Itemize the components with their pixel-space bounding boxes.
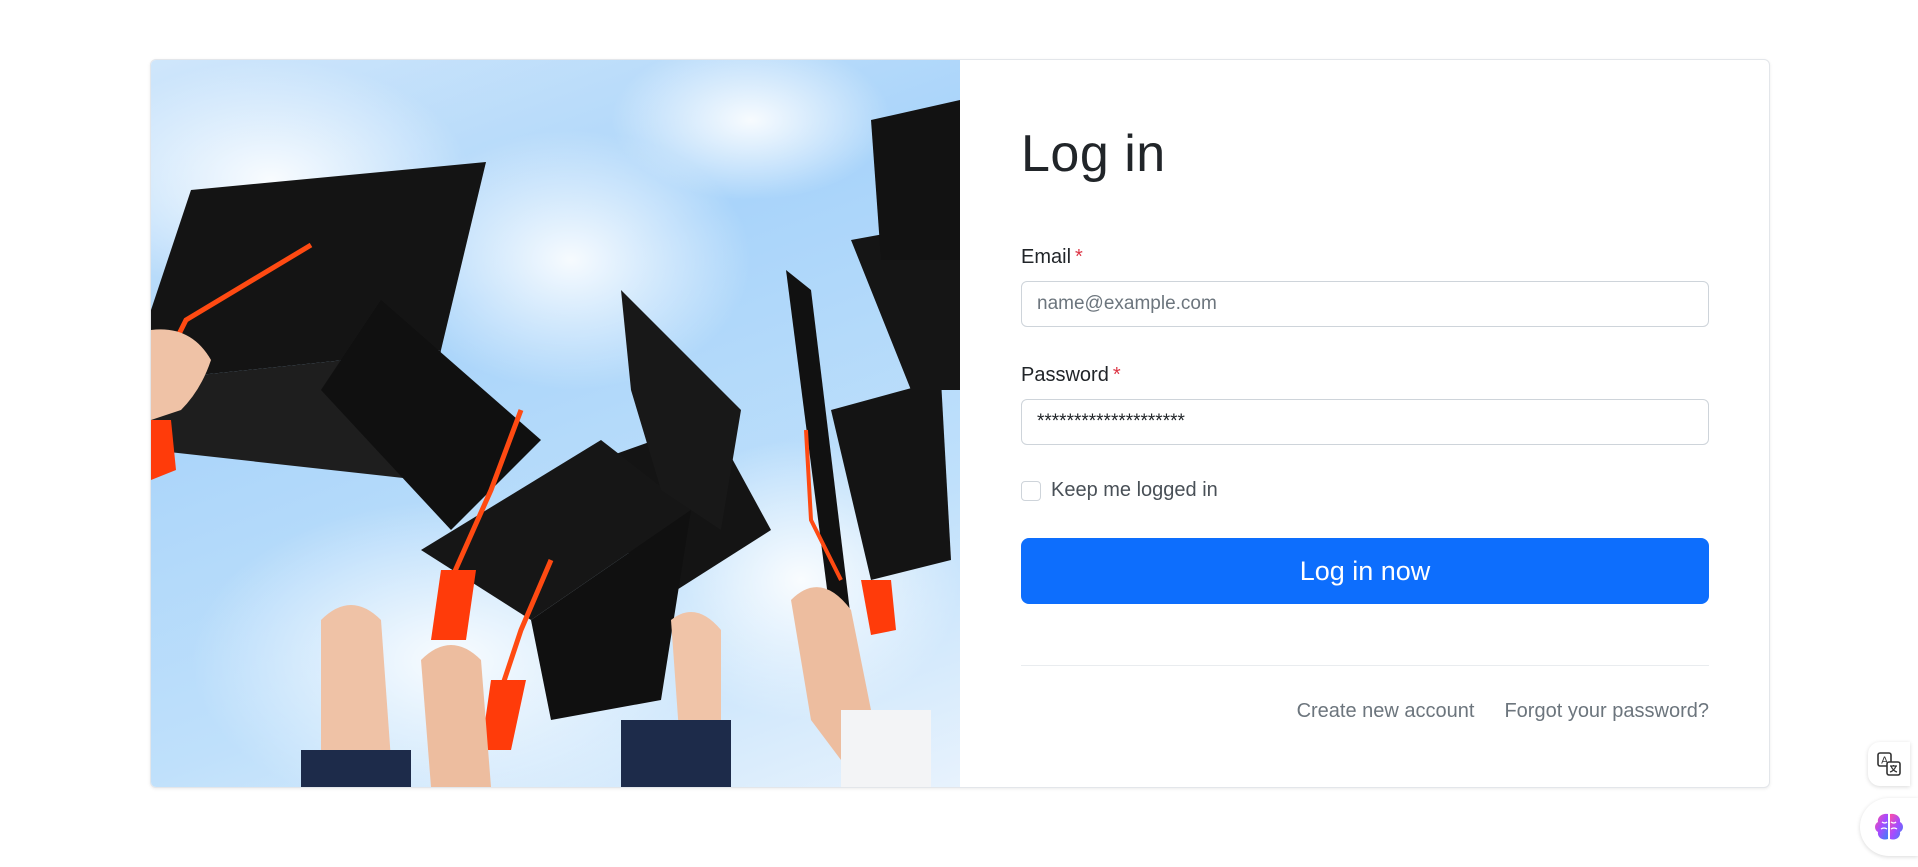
page-title: Log in [1021, 125, 1166, 183]
email-label: Email * [1021, 246, 1083, 269]
graduation-caps-illustration [151, 60, 960, 787]
account-links: Create new account Forgot your password? [1297, 700, 1709, 723]
password-label: Password * [1021, 364, 1121, 387]
login-button[interactable]: Log in now [1021, 538, 1709, 604]
login-card: Log in Email* Password* Keep me logged i… [150, 59, 1770, 788]
divider [1021, 665, 1709, 666]
keep-logged-in-row[interactable]: Keep me logged in [1021, 479, 1218, 502]
required-mark: * [1075, 246, 1083, 268]
brain-icon [1875, 813, 1903, 840]
login-form: Log in Email* Password* Keep me logged i… [960, 60, 1769, 787]
keep-logged-in-checkbox[interactable] [1021, 480, 1041, 501]
hero-image [151, 60, 960, 787]
create-account-link[interactable]: Create new account [1297, 700, 1475, 723]
password-label-text: Password [1021, 364, 1109, 386]
email-field[interactable] [1021, 281, 1709, 327]
translate-button[interactable]: A [1868, 742, 1910, 786]
required-mark: * [1112, 364, 1121, 386]
forgot-password-link[interactable]: Forgot your password? [1504, 700, 1709, 723]
email-label-text: Email [1021, 246, 1072, 268]
password-field[interactable] [1021, 399, 1709, 445]
keep-logged-in-label[interactable]: Keep me logged in [1051, 479, 1218, 502]
assistant-button[interactable] [1860, 798, 1918, 856]
translate-icon: A [1877, 752, 1901, 776]
